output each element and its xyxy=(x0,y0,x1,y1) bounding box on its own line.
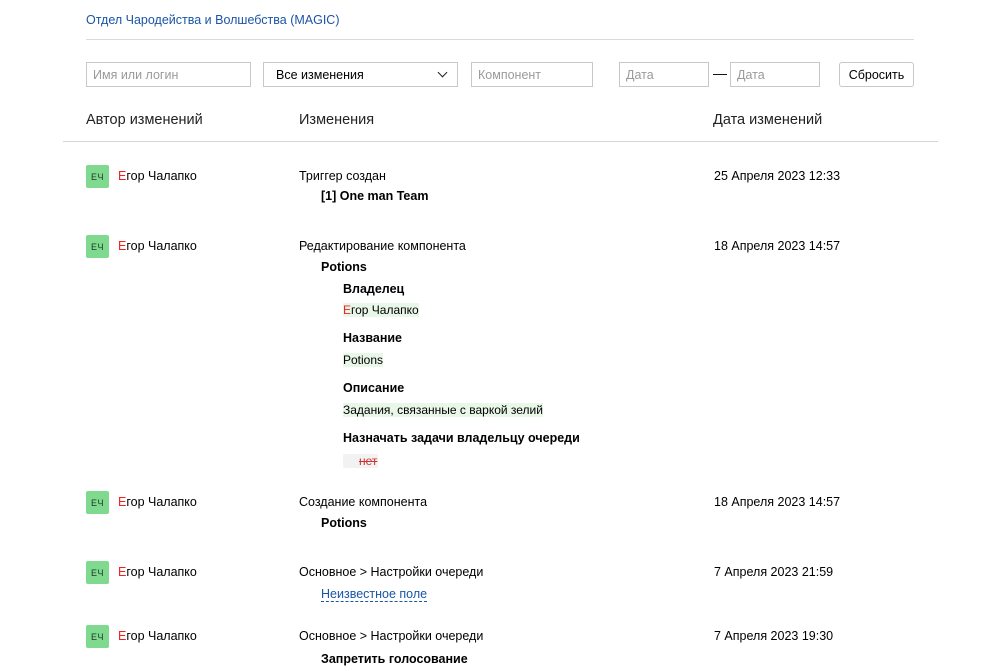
changes-type-value: Все изменения xyxy=(276,67,364,82)
change-detail: Potions xyxy=(321,260,367,274)
avatar: ЕЧ xyxy=(86,165,109,188)
change-title: Создание компонента xyxy=(299,495,428,509)
date-to-input[interactable] xyxy=(737,67,813,82)
avatar: ЕЧ xyxy=(86,235,109,258)
author-name[interactable]: Егор Чалапко xyxy=(118,495,197,509)
component-filter-field[interactable] xyxy=(471,62,593,87)
author-name[interactable]: Егор Чалапко xyxy=(118,629,197,643)
author-name-rest: гор Чалапко xyxy=(126,495,197,509)
reset-button[interactable]: Сбросить xyxy=(839,62,914,87)
date-to-field[interactable] xyxy=(730,62,820,87)
column-header-changes: Изменения xyxy=(299,112,375,128)
field-value-owner: Егор Чалапко xyxy=(343,303,419,317)
component-filter-input[interactable] xyxy=(478,67,586,82)
field-label-description: Описание xyxy=(343,381,405,395)
field-label-name: Название xyxy=(343,331,403,345)
change-title: Редактирование компонента xyxy=(299,239,466,253)
change-date: 18 Апреля 2023 14:57 xyxy=(714,495,841,509)
name-filter-field[interactable] xyxy=(86,62,251,87)
change-date: 25 Апреля 2023 12:33 xyxy=(714,169,841,183)
change-detail: Potions xyxy=(321,516,367,530)
divider xyxy=(86,39,914,40)
author-name-rest: гор Чалапко xyxy=(126,169,197,183)
change-title: Триггер создан xyxy=(299,169,386,183)
date-separator: — xyxy=(713,65,727,81)
divider xyxy=(63,141,938,142)
date-from-input[interactable] xyxy=(626,67,702,82)
avatar: ЕЧ xyxy=(86,491,109,514)
change-date: 7 Апреля 2023 21:59 xyxy=(714,565,834,579)
field-label-owner: Владелец xyxy=(343,282,405,296)
change-title: Основное > Настройки очереди xyxy=(299,565,484,579)
field-value-description: Задания, связанные с варкой зелий xyxy=(343,403,543,417)
field-label-assign-owner: Назначать задачи владельцу очереди xyxy=(343,431,580,445)
field-value-name: Potions xyxy=(343,353,384,367)
unknown-field-link[interactable]: Неизвестное поле xyxy=(321,587,428,602)
owner-first-letter: Е xyxy=(343,303,352,317)
change-detail: [1] One man Team xyxy=(321,189,429,203)
author-name-rest: гор Чалапко xyxy=(126,565,197,579)
author-name[interactable]: Егор Чалапко xyxy=(118,169,197,183)
owner-name-rest: гор Чалапко xyxy=(351,303,419,317)
avatar: ЕЧ xyxy=(86,561,109,584)
author-name-rest: гор Чалапко xyxy=(126,239,197,253)
change-date: 18 Апреля 2023 14:57 xyxy=(714,239,841,253)
author-name[interactable]: Егор Чалапко xyxy=(118,565,197,579)
chevron-down-icon xyxy=(437,67,448,78)
avatar: ЕЧ xyxy=(86,625,109,648)
breadcrumb[interactable]: Отдел Чародейства и Волшебства (MAGIC) xyxy=(86,13,340,27)
date-from-field[interactable] xyxy=(619,62,709,87)
change-title: Основное > Настройки очереди xyxy=(299,629,484,643)
change-date: 7 Апреля 2023 19:30 xyxy=(714,629,834,643)
column-header-author: Автор изменений xyxy=(86,112,203,128)
author-name[interactable]: Егор Чалапко xyxy=(118,239,197,253)
name-filter-input[interactable] xyxy=(93,67,244,82)
column-header-date: Дата изменений xyxy=(713,112,823,128)
author-name-rest: гор Чалапко xyxy=(126,629,197,643)
field-value-assign-owner: нет xyxy=(343,454,379,468)
changes-type-select[interactable]: Все изменения xyxy=(263,62,458,87)
change-detail: Запретить голосование xyxy=(321,652,468,666)
